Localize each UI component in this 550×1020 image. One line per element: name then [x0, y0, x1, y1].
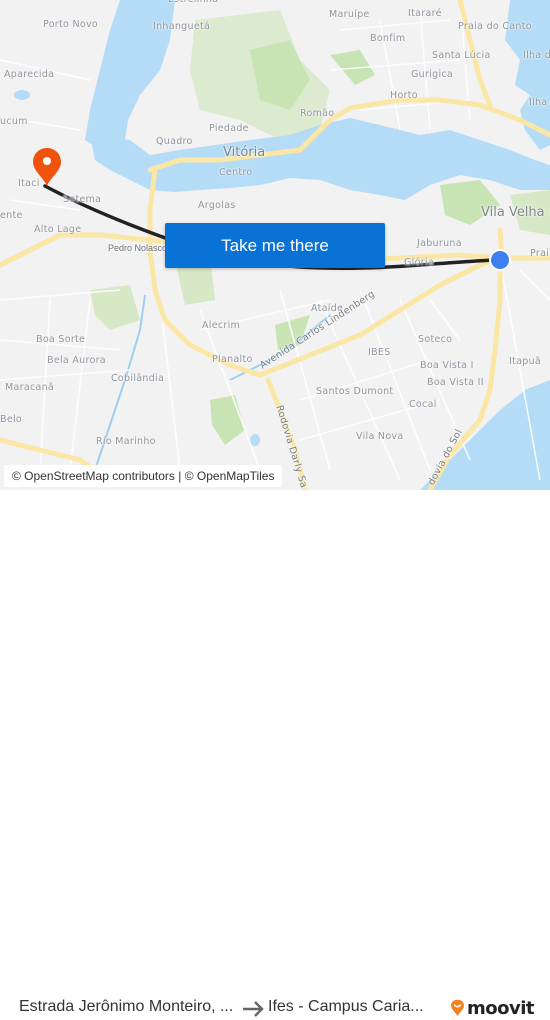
city-label: Vitória: [223, 145, 266, 160]
route-footer: Estrada Jerônimo Monteiro, ... Ifes - Ca…: [0, 490, 550, 1019]
place-label: Planalto: [212, 354, 253, 365]
moovit-wordmark: moovit: [467, 997, 535, 1019]
place-label: Centro: [219, 167, 253, 178]
attribution-text[interactable]: © OpenStreetMap contributors | © OpenMap…: [12, 469, 274, 483]
place-label: Horto: [390, 90, 418, 101]
place-label: Sotema: [63, 194, 102, 205]
place-label: Romão: [300, 108, 335, 119]
place-label: Alto Lage: [34, 224, 82, 235]
place-label: Santos Dumont: [316, 386, 394, 397]
place-label: Boa Sorte: [36, 334, 86, 345]
place-label: Maracanã: [5, 382, 55, 393]
place-label: Aparecida: [4, 69, 55, 80]
place-label: Quadro: [156, 136, 193, 147]
place-label: Maruípe: [329, 9, 370, 20]
place-label: Porto Novo: [43, 19, 99, 30]
place-label: Ilha: [529, 97, 548, 108]
place-label: Argolas: [198, 200, 236, 211]
map-attribution[interactable]: © OpenStreetMap contributors | © OpenMap…: [4, 465, 283, 487]
place-label: Vila Nova: [356, 431, 404, 442]
take-me-there-button[interactable]: Take me there: [165, 223, 385, 268]
lake: [490, 169, 510, 181]
place-label: Alecrim: [202, 320, 241, 331]
arrow-right-icon: [243, 1001, 264, 1017]
place-label: Soteco: [418, 334, 453, 345]
place-label: IBES: [368, 347, 391, 358]
place-label: Gurigica: [411, 69, 454, 80]
place-label: Prai: [530, 248, 550, 259]
place-label: ucum: [0, 116, 28, 127]
place-label: Boa Vista I: [420, 360, 474, 371]
place-label: Cobilândia: [111, 373, 165, 384]
moovit-brand[interactable]: moovit: [450, 996, 535, 1020]
place-label: Bela Aurora: [47, 355, 106, 366]
place-label: Piedade: [209, 123, 249, 134]
place-label: Boa Vista II: [427, 377, 484, 388]
place-label: Estrelinha: [168, 0, 218, 5]
place-label: ente: [0, 210, 23, 221]
place-label: Cocal: [409, 399, 437, 410]
place-label: Praia do Canto: [458, 21, 532, 32]
destination-stop-label: Ifes - Campus Caria...: [268, 998, 424, 1015]
place-label: Ilha d: [523, 50, 550, 61]
place-label: Itararé: [408, 8, 442, 19]
place-label: Belo: [0, 414, 23, 425]
place-label: Pedro Nolasco: [108, 243, 168, 253]
place-label: Itapuã: [509, 356, 542, 367]
origin-stop-label: Estrada Jerônimo Monteiro, ...: [19, 998, 234, 1015]
lake: [14, 90, 30, 100]
place-label: Glória: [404, 257, 434, 268]
place-label: Jaburuna: [417, 238, 462, 249]
map-view[interactable]: Estrelinha Porto Novo Inhanguetá Maruípe…: [0, 0, 550, 490]
city-label: Vila Velha: [481, 205, 545, 220]
place-label: Inhanguetá: [153, 21, 211, 32]
lake: [250, 434, 260, 446]
place-label: Itaci: [18, 178, 40, 189]
current-location-dot-icon[interactable]: [491, 251, 509, 269]
moovit-logo-icon: [451, 999, 464, 1016]
place-label: Bonfim: [370, 33, 406, 44]
place-label: Rio Marinho: [96, 436, 156, 447]
place-label: Santa Lúcia: [432, 50, 491, 61]
